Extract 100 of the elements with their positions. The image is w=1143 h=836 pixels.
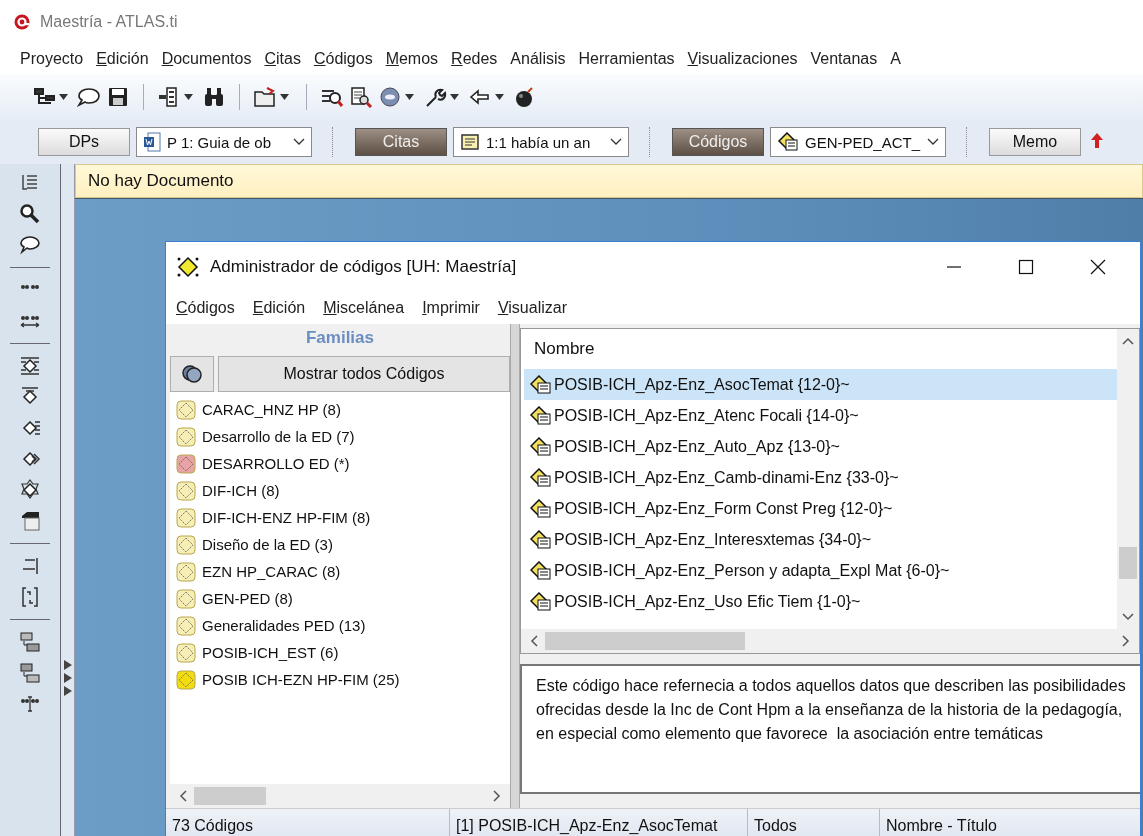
scroll-left-icon[interactable] [529,635,539,647]
dropdown[interactable]: P 1: Guia de ob [136,127,312,157]
selector-button[interactable]: Códigos [672,128,764,156]
menu-item[interactable]: Documentos [161,50,252,68]
family-item[interactable]: Generalidades PED (13) [202,617,366,634]
scroll-down-icon[interactable] [1122,611,1134,621]
code-memo-icon [530,560,552,581]
code-memo-icon [530,405,552,426]
caret-icon[interactable] [450,94,459,100]
document-status: No hay Documento [88,171,234,191]
code-row[interactable]: POSIB-ICH_Apz-Enz_Auto_Apz {13-0}~ [524,431,1117,462]
caret-icon[interactable] [59,94,68,100]
caret-icon[interactable] [405,94,414,100]
scroll-right-icon[interactable] [1121,635,1131,647]
code-row[interactable]: POSIB-ICH_Apz-Enz_Uso Efic Tiem {1-0}~ [524,586,1117,617]
menu-item[interactable]: Visualizaciones [687,50,798,68]
family-item[interactable]: POSIB ICH-EZN HP-FIM (25) [202,671,400,688]
speech-bubble-icon[interactable] [77,86,101,108]
code-row[interactable]: POSIB-ICH_Apz-Enz_Person y adapta_Expl Mat {6-0}~ [524,555,1117,586]
binoculars-icon[interactable] [202,86,226,108]
family-item[interactable]: DIF-ICH (8) [202,482,280,499]
family-item[interactable]: GEN-PED (8) [202,590,293,607]
status-text: Todos [748,809,880,836]
selector-button[interactable]: Citas [355,128,447,156]
scrollbar-thumb[interactable] [1119,547,1137,579]
globe-icon[interactable] [378,86,402,108]
code-memo-icon [530,591,552,612]
selector-button[interactable]: DPs [38,128,130,156]
family-item[interactable]: DIF-ICH-ENZ HP-FIM (8) [202,509,371,526]
code-memo-icon [530,436,552,457]
family-item[interactable]: DESARROLLO ED (*) [202,455,350,472]
family-item[interactable]: Diseño de la ED (3) [202,536,333,553]
code-row[interactable]: POSIB-ICH_Apz-Enz_Form Const Preg {12-0}~ [524,493,1117,524]
menu-item[interactable]: Ventanas [810,50,878,68]
dropdown[interactable]: GEN-PED_ACT_ [770,127,946,157]
menu-item[interactable]: Edición [252,299,306,317]
family-item[interactable]: Desarrollo de la ED (7) [202,428,355,445]
code-row[interactable]: POSIB-ICH_Apz-Enz_Interesxtemas {34-0}~ [524,524,1117,555]
family-item[interactable]: CARAC_HNZ HP (8) [202,401,341,418]
chevron-down-icon[interactable] [927,138,939,146]
status-text: Nombre - Título [885,816,998,836]
close-icon[interactable] [1090,259,1106,275]
caret-icon[interactable] [280,94,289,100]
menu-item[interactable]: Memos [385,50,439,68]
menu-item[interactable]: Miscelánea [323,299,405,317]
code-row[interactable]: POSIB-ICH_Apz-Enz_Camb-dinami-Enz {33-0}~ [524,462,1117,493]
scroll-left-icon[interactable] [178,790,188,802]
code-row[interactable]: POSIB-ICH_Apz-Enz_AsocTemat {12-0}~ [524,369,1117,400]
window-title: Maestría - ATLAS.ti [40,13,178,31]
menu-item[interactable]: Edición [96,50,149,68]
expand-arrows-icon[interactable] [63,660,72,696]
selector-button[interactable]: Memo [989,128,1081,156]
menu-item[interactable]: A [890,50,901,68]
maximize-icon[interactable] [1018,259,1034,275]
menu-item[interactable]: Análisis [510,50,566,68]
chevron-down-icon[interactable] [610,138,622,146]
comment-box[interactable] [520,664,1140,794]
family-item[interactable]: EZN HP_CARAC (8) [202,563,341,580]
dialog-title: Administrador de códigos [UH: Maestría] [210,257,517,277]
horizontal-scrollbar[interactable] [520,629,1140,654]
menu-item[interactable]: Citas [264,50,301,68]
menu-item[interactable]: Imprimir [422,299,480,317]
menu-item[interactable]: Proyecto [20,50,84,68]
caret-icon[interactable] [184,94,193,100]
menu-item[interactable]: Herramientas [578,50,675,68]
code-row[interactable]: POSIB-ICH_Apz-Enz_Atenc Focali {14-0}~ [524,400,1117,431]
diamond-star-icon[interactable] [19,479,41,501]
filter-button[interactable] [170,356,214,392]
dropdown[interactable]: 1:1 había un an [453,127,629,157]
comment-text: Este código hace refernecia a todos aquellos datos que describen las posibilidades ofrecidas desde la Inc de Cont Hpm a la enseñanza de la historia de la pedagogía, en especial como elemento que favorece la asociación entre temáticas [536,677,1127,742]
diamond-lines-icon[interactable] [19,355,41,377]
save-icon[interactable] [106,86,130,108]
note-icon [460,133,480,151]
search-icon[interactable] [19,203,41,225]
window-stack-icon[interactable] [19,662,41,684]
code-memo-icon [530,529,552,550]
menu-item[interactable]: Redes [451,50,498,68]
chevron-down-icon[interactable] [293,138,305,146]
show-all-codes-button[interactable]: Mostrar todos Códigos [218,356,510,392]
magnifier-page-icon[interactable] [349,86,373,108]
caret-icon[interactable] [495,94,504,100]
code-icon [777,132,799,152]
note-card-icon[interactable] [19,510,41,532]
scrollbar-thumb[interactable] [194,787,266,805]
brackets-icon[interactable] [19,586,41,608]
folder-icon[interactable] [253,86,277,108]
scroll-up-icon[interactable] [1122,337,1134,347]
menu-item[interactable]: Visualizar [497,299,567,317]
menu-item[interactable]: Códigos [176,299,235,317]
column-header[interactable]: Nombre [524,329,1117,369]
quote-cursor-icon[interactable] [19,693,41,715]
vertical-scrollbar[interactable] [1117,329,1139,629]
speech-bubble-icon[interactable] [19,234,41,256]
scroll-right-icon[interactable] [492,790,502,802]
families-header: Familias [304,328,375,349]
window-stack-icon[interactable] [19,631,41,653]
status-text: [1] POSIB-ICH_Apz-Enz_AsocTemat [450,809,748,836]
scrollbar-thumb[interactable] [545,632,745,650]
family-item[interactable]: POSIB-ICH_EST (6) [202,644,339,661]
menu-item[interactable]: Códigos [313,50,373,68]
